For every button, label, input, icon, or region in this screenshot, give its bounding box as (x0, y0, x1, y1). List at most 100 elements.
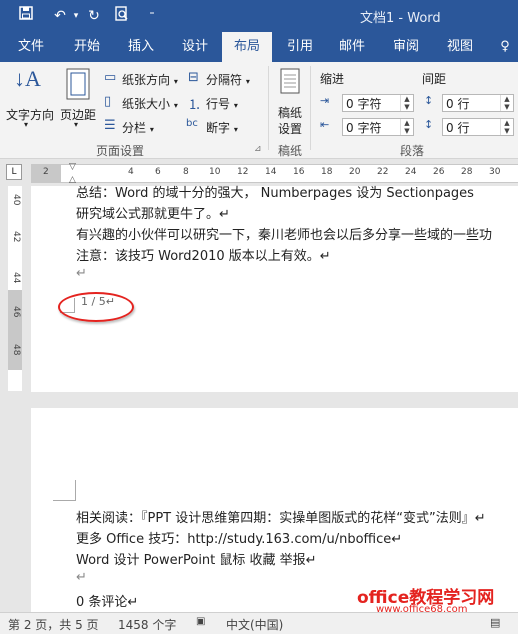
spacing-label: 间距 (422, 72, 447, 86)
ruler-tick: 26 (433, 167, 445, 177)
redo-icon[interactable]: ↻ (84, 6, 104, 26)
ruler-tick: 20 (349, 167, 361, 177)
tab-layout[interactable]: 布局 (222, 32, 272, 62)
page2-text-line[interactable]: 更多 Office 技巧：http://study.163.com/u/nbof… (76, 528, 402, 547)
text-direction-icon[interactable]: ↓A (14, 66, 41, 92)
tab-references[interactable]: 引用 (276, 32, 324, 62)
ruler-track[interactable]: 2 4 6 8 10 12 14 16 18 20 22 24 26 28 30… (31, 162, 518, 185)
page2-text-line[interactable]: 0 条评论↵ (76, 591, 138, 610)
spin-arrows-icon[interactable]: ▲ ▼ (500, 95, 513, 111)
ruler-margin-bottom: 46 48 (8, 290, 22, 370)
draft-paper-button-line2[interactable]: 设置 (278, 120, 302, 137)
spacing-before-value: 0 行 (446, 97, 470, 111)
ruler-tick: 8 (183, 167, 189, 177)
breaks-label: 分隔符 (206, 73, 243, 87)
undo-dropdown-icon[interactable]: ▾ (66, 6, 86, 26)
hanging-indent-icon[interactable]: △ (69, 175, 76, 185)
paragraph-mark: ↵ (76, 570, 87, 585)
margins-dropdown-icon[interactable]: ▾ (74, 120, 78, 129)
spin-arrows-icon[interactable]: ▲ ▼ (500, 119, 513, 135)
spacing-after-value: 0 行 (446, 121, 470, 135)
page-2[interactable]: 相关阅读：『PPT 设计思维第四期：实操单图版式的花样“变式”法则』↵ 更多 O… (31, 408, 518, 612)
tab-design[interactable]: 设计 (170, 32, 220, 62)
customize-qa-icon[interactable]: ⁼ (142, 6, 162, 26)
size-button[interactable]: 纸张大小 ▾ (122, 95, 178, 112)
page-setup-launcher-icon[interactable]: ⊿ (254, 144, 262, 154)
spin-arrows-icon[interactable]: ▲ ▼ (400, 119, 413, 135)
tab-selector-icon[interactable]: L (6, 164, 22, 180)
spin-arrows-icon[interactable]: ▲ ▼ (400, 95, 413, 111)
tab-view[interactable]: 视图 (436, 32, 484, 62)
line-numbers-icon: ⒈ (188, 98, 202, 113)
indent-right-value: 0 字符 (346, 121, 382, 135)
tab-file[interactable]: 文件 (8, 32, 54, 62)
tab-home[interactable]: 开始 (62, 32, 112, 62)
title-bar: ↶ ▾ ↻ ⁼ 文档1 - Word (0, 0, 518, 32)
ruler-tick: 24 (405, 167, 417, 177)
ruler-tick: 14 (265, 167, 277, 177)
page-setup-group-label: 页面设置 (96, 144, 145, 158)
save-icon[interactable] (16, 6, 36, 26)
page1-text-line[interactable]: 总结：Word 的域十分的强大， Numberpages 设为 Sectionp… (76, 182, 474, 201)
line-numbers-button[interactable]: 行号 ▾ (206, 95, 238, 112)
tab-review[interactable]: 审阅 (382, 32, 430, 62)
breaks-button[interactable]: 分隔符 ▾ (206, 71, 250, 88)
indent-left-icon: ⇥ (320, 94, 330, 107)
ruler-tick: 28 (461, 167, 473, 177)
hyphenation-button[interactable]: 断字 ▾ (206, 119, 238, 136)
tab-insert[interactable]: 插入 (116, 32, 166, 62)
proofing-icon[interactable]: ▣ (196, 616, 205, 627)
vertical-ruler[interactable]: 40 42 44 46 48 (0, 186, 30, 606)
page1-text-line[interactable]: 研究域公式那就更牛了。↵ (76, 203, 230, 222)
indent-right-icon: ⇤ (320, 118, 330, 131)
page-count-status[interactable]: 第 2 页，共 5 页 (8, 616, 99, 633)
language-status[interactable]: 中文(中国) (226, 616, 283, 633)
ruler-tick: 10 (209, 167, 221, 177)
page2-text-line[interactable]: 相关阅读：『PPT 设计思维第四期：实操单图版式的花样“变式”法则』↵ (76, 507, 486, 526)
ribbon-tabs: 文件 开始 插入 设计 布局 引用 邮件 审阅 视图 ♀ (0, 32, 518, 62)
margin-corner-mark (53, 480, 76, 501)
ruler-tick: 4 (128, 167, 134, 177)
margins-icon[interactable] (66, 68, 90, 104)
size-icon: ▯ (104, 94, 112, 109)
orientation-button[interactable]: 纸张方向 ▾ (122, 71, 178, 88)
word-count-status[interactable]: 1458 个字 (118, 616, 176, 633)
columns-button[interactable]: 分栏 ▾ (122, 119, 154, 136)
columns-icon: ☰ (104, 118, 116, 133)
print-preview-icon[interactable] (112, 6, 132, 26)
indent-label: 缩进 (320, 72, 345, 86)
lightbulb-icon[interactable]: ♀ (492, 32, 518, 62)
indent-marker-icon[interactable]: ▽ (69, 162, 76, 172)
text-direction-dropdown-icon[interactable]: ▾ (24, 120, 28, 129)
indent-left-input[interactable]: 0 字符 ▲ ▼ (342, 94, 414, 112)
text-direction-button[interactable]: 文字方向 (6, 106, 54, 123)
page1-text-line[interactable]: 有兴趣的小伙伴可以研究一下，秦川老师也会以后多分享一些域的一些功 (76, 224, 492, 243)
read-mode-icon[interactable]: ▤ (490, 616, 500, 629)
ruler-tick: 40 (11, 194, 21, 206)
highlight-ellipse (58, 292, 134, 322)
tab-mailings[interactable]: 邮件 (328, 32, 376, 62)
page-1[interactable]: 总结：Word 的域十分的强大， Numberpages 设为 Sectionp… (31, 186, 518, 392)
hyphenation-icon: bc (186, 118, 198, 129)
ruler-tick: 44 (11, 272, 21, 284)
page1-text-line[interactable]: 注意：该技巧 Word2010 版本以上有效。↵ (76, 245, 331, 264)
draft-group-label: 稿纸 (278, 144, 303, 158)
draft-paper-button[interactable]: 稿纸 (278, 104, 302, 121)
separator (268, 66, 269, 150)
spacing-before-icon: ↕ (424, 94, 434, 107)
ruler-tick: 46 (11, 306, 21, 318)
spacing-before-input[interactable]: 0 行 ▲ ▼ (442, 94, 514, 112)
size-label: 纸张大小 (122, 97, 171, 111)
ruler-tick: 2 (43, 167, 49, 177)
line-numbers-label: 行号 (206, 97, 231, 111)
ruler-tick: 6 (155, 167, 161, 177)
ruler-tick: 12 (237, 167, 249, 177)
page2-text-line[interactable]: Word 设计 PowerPoint 鼠标 收藏 举报↵ (76, 549, 317, 568)
ruler-tick: 18 (321, 167, 333, 177)
indent-right-input[interactable]: 0 字符 ▲ ▼ (342, 118, 414, 136)
indent-left-value: 0 字符 (346, 97, 382, 111)
columns-label: 分栏 (122, 121, 147, 135)
hyphenation-label: 断字 (206, 121, 231, 135)
spacing-after-input[interactable]: 0 行 ▲ ▼ (442, 118, 514, 136)
draft-paper-icon[interactable] (280, 68, 300, 98)
